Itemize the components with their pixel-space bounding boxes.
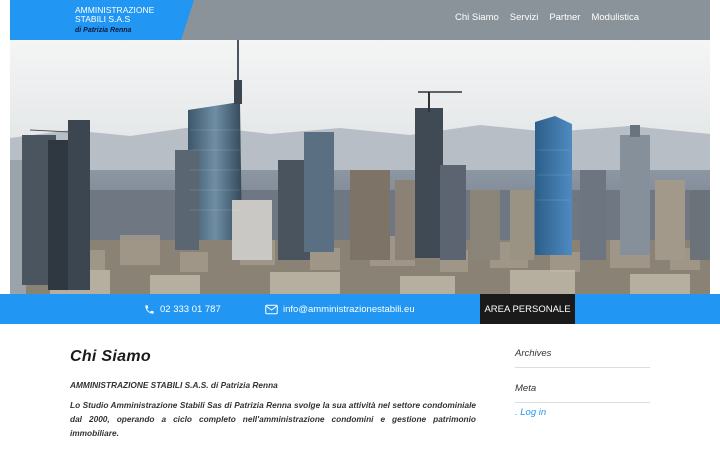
company-description: Lo Studio Amministrazione Stabili Sas di… bbox=[70, 400, 476, 438]
meta-widget-title: Meta bbox=[515, 383, 650, 403]
nav-item-servizi[interactable]: Servizi bbox=[510, 12, 539, 23]
login-link[interactable]: . Log in bbox=[515, 407, 650, 418]
email-address: info@amministrazionestabili.eu bbox=[283, 303, 415, 315]
nav-item-chi-siamo[interactable]: Chi Siamo bbox=[455, 12, 499, 23]
area-personale-button[interactable]: AREA PERSONALE bbox=[480, 294, 575, 324]
phone-number: 02 333 01 787 bbox=[160, 303, 221, 315]
company-name: AMMINISTRAZIONE STABILI S.A.S. di Patriz… bbox=[70, 380, 278, 390]
skyline-illustration bbox=[10, 40, 710, 294]
logo-title[interactable]: AMMINISTRAZIONE STABILI S.A.S bbox=[75, 6, 185, 24]
page-title: Chi Siamo bbox=[70, 348, 151, 365]
contact-bar: 02 333 01 787 info@amministrazionestabil… bbox=[0, 294, 720, 324]
hero-skyline-image bbox=[10, 40, 710, 294]
email-contact[interactable]: info@amministrazionestabili.eu bbox=[265, 294, 415, 324]
nav-item-partner[interactable]: Partner bbox=[549, 12, 580, 23]
main-nav: Chi Siamo Servizi Partner Modulistica bbox=[455, 12, 639, 23]
logo-subtitle[interactable]: di Patrizia Renna bbox=[75, 27, 131, 34]
phone-icon bbox=[145, 304, 154, 314]
mail-icon bbox=[265, 304, 278, 314]
nav-item-modulistica[interactable]: Modulistica bbox=[591, 12, 639, 23]
archives-widget-title: Archives bbox=[515, 348, 650, 368]
phone-contact[interactable]: 02 333 01 787 bbox=[144, 294, 221, 324]
main-content: Chi Siamo AMMINISTRAZIONE STABILI S.A.S.… bbox=[70, 348, 476, 440]
sidebar: Archives Meta . Log in bbox=[515, 348, 650, 418]
site-header: AMMINISTRAZIONE STABILI S.A.S di Patrizi… bbox=[10, 0, 710, 40]
page: AMMINISTRAZIONE STABILI S.A.S di Patrizi… bbox=[0, 0, 720, 450]
